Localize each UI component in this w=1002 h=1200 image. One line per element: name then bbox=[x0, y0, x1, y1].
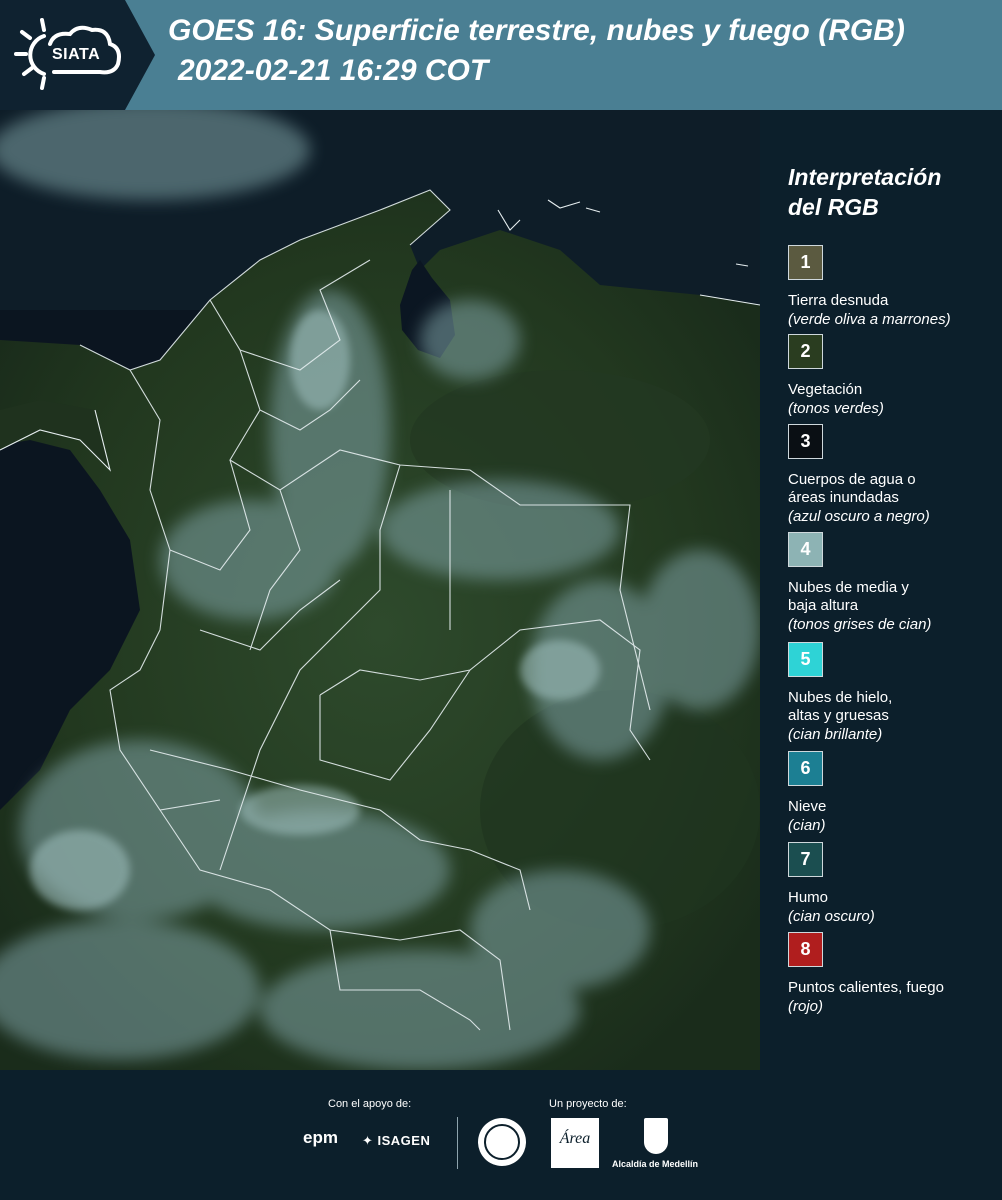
legend-panel: Interpretación del RGB 1 Tierra desnuda … bbox=[775, 110, 1002, 1070]
medellin-seal-logo[interactable] bbox=[478, 1118, 526, 1166]
page-title: GOES 16: Superficie terrestre, nubes y f… bbox=[168, 14, 905, 47]
alcaldia-label: Alcaldía de Medellín bbox=[612, 1159, 699, 1169]
legend-item-label: Nieve bbox=[788, 798, 827, 815]
legend-item-hint: (cian) bbox=[788, 817, 826, 834]
swatch-8: 8 bbox=[788, 932, 823, 967]
legend-item-bare-soil: 1 Tierra desnuda (verde oliva a marrones… bbox=[788, 245, 998, 329]
page-timestamp: 2022-02-21 16:29 COT bbox=[178, 54, 489, 87]
legend-item-mid-low-clouds: 4 Nubes de media y baja altura (tonos gr… bbox=[788, 532, 998, 634]
legend-item-hint: (tonos verdes) bbox=[788, 400, 884, 417]
legend-title: Interpretación del RGB bbox=[788, 164, 942, 220]
legend-item-smoke: 7 Humo (cian oscuro) bbox=[788, 842, 998, 926]
legend-item-label: Nubes de hielo, altas y gruesas bbox=[788, 689, 893, 724]
satellite-map[interactable] bbox=[0, 110, 760, 1070]
legend-item-hint: (tonos grises de cian) bbox=[788, 616, 932, 633]
area-metropolitana-logo[interactable]: Área bbox=[551, 1118, 599, 1168]
legend-item-label: Vegetación bbox=[788, 381, 863, 398]
legend-item-hint: (azul oscuro a negro) bbox=[788, 508, 930, 525]
legend-item-hint: (cian oscuro) bbox=[788, 908, 875, 925]
siata-logo[interactable]: SIATA bbox=[0, 0, 155, 110]
swatch-1: 1 bbox=[788, 245, 823, 280]
legend-item-label: Cuerpos de agua o áreas inundadas bbox=[788, 471, 916, 506]
seal-icon bbox=[484, 1124, 520, 1160]
legend-item-hint: (cian brillante) bbox=[788, 726, 883, 743]
isagen-icon: ✦ bbox=[362, 1133, 378, 1148]
legend-item-water: 3 Cuerpos de agua o áreas inundadas (azu… bbox=[788, 424, 998, 526]
isagen-logo[interactable]: ✦ ISAGEN bbox=[362, 1133, 430, 1149]
legend-item-hint: (rojo) bbox=[788, 998, 824, 1015]
legend-item-ice-clouds: 5 Nubes de hielo, altas y gruesas (cian … bbox=[788, 642, 998, 744]
swatch-2: 2 bbox=[788, 334, 823, 369]
logo-text: SIATA bbox=[52, 46, 101, 63]
swatch-5: 5 bbox=[788, 642, 823, 677]
alcaldia-shield-icon[interactable] bbox=[644, 1118, 668, 1154]
swatch-3: 3 bbox=[788, 424, 823, 459]
epm-logo[interactable]: epm bbox=[303, 1128, 338, 1148]
satellite-image bbox=[0, 110, 760, 1070]
swatch-7: 7 bbox=[788, 842, 823, 877]
legend-item-vegetation: 2 Vegetación (tonos verdes) bbox=[788, 334, 998, 418]
legend-item-snow: 6 Nieve (cian) bbox=[788, 751, 998, 835]
legend-item-label: Puntos calientes, fuego bbox=[788, 979, 944, 996]
swatch-4: 4 bbox=[788, 532, 823, 567]
header: SIATA GOES 16: Superficie terrestre, nub… bbox=[0, 0, 1002, 110]
legend-item-hotspots: 8 Puntos calientes, fuego (rojo) bbox=[788, 932, 998, 1016]
legend-item-label: Tierra desnuda bbox=[788, 292, 889, 309]
project-label: Un proyecto de: bbox=[549, 1098, 627, 1110]
swatch-6: 6 bbox=[788, 751, 823, 786]
footer: Con el apoyo de: Un proyecto de: epm ✦ I… bbox=[0, 1070, 1002, 1200]
legend-item-hint: (verde oliva a marrones) bbox=[788, 311, 951, 328]
footer-divider bbox=[457, 1117, 458, 1169]
support-label: Con el apoyo de: bbox=[328, 1098, 412, 1110]
legend-item-label: Humo bbox=[788, 889, 829, 906]
legend-item-label: Nubes de media y baja altura bbox=[788, 579, 909, 614]
